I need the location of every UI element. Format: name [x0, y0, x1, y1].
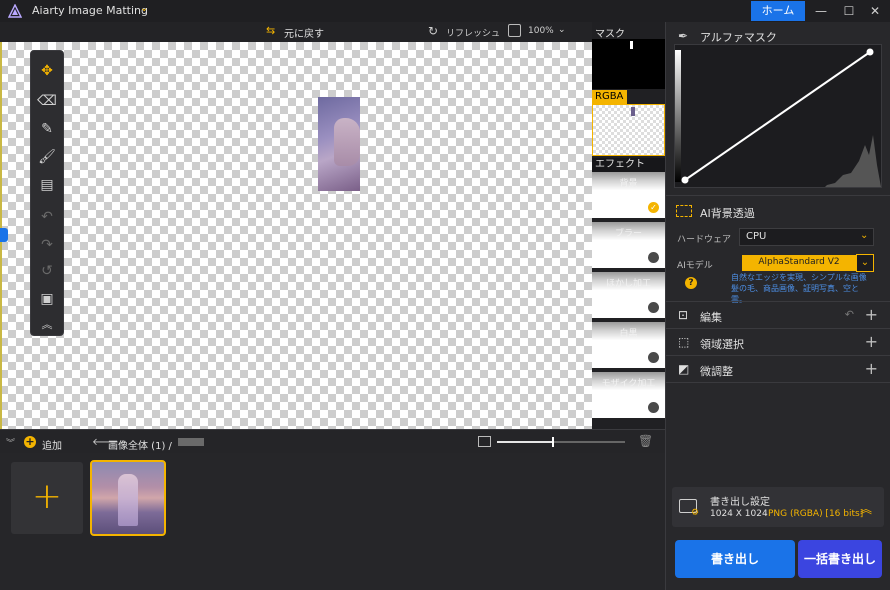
chevron-down-icon[interactable]: ⌄ [558, 25, 566, 35]
redo-icon[interactable]: ↷ [36, 235, 58, 255]
refresh-button[interactable]: リフレッシュ [446, 26, 500, 39]
chevron-down-icon[interactable]: ⌄ [856, 254, 874, 272]
section-label: 編集 [700, 311, 722, 324]
breadcrumb-filename [178, 438, 204, 446]
export-format: PNG (RGBA) [16 bits] [768, 509, 864, 519]
image-icon [478, 436, 491, 447]
hardware-label: ハードウェア [677, 235, 732, 245]
chevron-double-down-icon[interactable]: ︾ [6, 436, 15, 449]
rgba-label: RGBA [592, 90, 627, 104]
add-button[interactable]: 追加 [42, 437, 62, 452]
move-icon[interactable]: ✥ [36, 61, 58, 81]
section-label: 微調整 [700, 365, 733, 378]
help-icon[interactable]: ? [685, 277, 697, 289]
undo-button[interactable]: 元に戻す [284, 25, 324, 40]
export-settings-card[interactable] [672, 487, 884, 527]
maximize-button[interactable]: ☐ [840, 2, 858, 20]
chevron-double-up-icon[interactable]: ︽ [860, 500, 872, 517]
app-logo-icon [8, 4, 22, 18]
effect-item[interactable]: モザイク加工 [592, 372, 665, 420]
rgba-subject [631, 107, 635, 116]
effect-item[interactable]: 白黒 [592, 322, 665, 370]
thumbnail-figure [118, 474, 138, 526]
crop-icon: ⊡ [678, 308, 689, 322]
ai-background-icon [676, 205, 692, 217]
effect-label: エフェクト [592, 158, 665, 172]
effect-item[interactable]: ほかし加工 [592, 272, 665, 320]
section-region-select[interactable]: ⬚ 領域選択 + [666, 328, 890, 355]
curve-point-high[interactable] [866, 48, 874, 56]
selection-icon: ⬚ [678, 335, 690, 349]
canvas[interactable] [0, 42, 592, 429]
app-title: Aiarty Image Matting [32, 4, 148, 17]
mask-subject [630, 41, 633, 49]
alpha-curve[interactable] [675, 45, 881, 187]
eraser-icon[interactable]: ⌫ [36, 91, 58, 111]
radio-icon [648, 252, 659, 263]
chevron-down-icon[interactable]: ⌄ [860, 230, 868, 241]
zoom-value[interactable]: 100% [528, 26, 554, 36]
gear-icon: ⚙ [691, 508, 700, 518]
plus-icon[interactable]: + [865, 305, 878, 324]
expand-handle[interactable] [0, 228, 8, 242]
app-window: Aiarty Image Matting ⌄ ホーム — ☐ ✕ ⇆ 元に戻す … [0, 0, 890, 590]
effect-name: ブラー [614, 229, 642, 239]
radio-icon [648, 402, 659, 413]
trash-icon[interactable]: 🗑 [638, 434, 653, 448]
slider-fill [497, 441, 553, 443]
curve-point-low[interactable] [681, 176, 689, 184]
breadcrumb: 画像全体 (1) / [108, 441, 172, 452]
radio-icon [648, 352, 659, 363]
effect-name: 背景 [619, 179, 638, 189]
radio-icon [648, 302, 659, 313]
section-fine-tune[interactable]: ◩ 微調整 + [666, 355, 890, 382]
section-edit[interactable]: ⊡ 編集 ↶ + [666, 301, 890, 328]
dropper-icon: ✒ [678, 29, 689, 43]
plus-icon[interactable]: + [865, 332, 878, 351]
hardware-value: CPU [746, 231, 767, 242]
export-button[interactable]: 書き出し [675, 540, 795, 578]
collapse-up-icon[interactable]: ︽ [36, 315, 58, 335]
adjust-icon: ◩ [678, 362, 690, 376]
undo-icon[interactable]: ↶ [36, 207, 58, 227]
effect-name: 白黒 [619, 329, 638, 339]
close-button[interactable]: ✕ [866, 2, 884, 20]
effect-name: ほかし加工 [605, 279, 651, 289]
plus-icon[interactable]: + [865, 359, 878, 378]
rgba-thumbnail[interactable] [592, 104, 665, 156]
zoom-icon[interactable] [508, 24, 521, 37]
minimize-button[interactable]: — [812, 2, 830, 20]
section-label: 領域選択 [700, 338, 744, 351]
ai-section-title: AI背景透過 [700, 207, 755, 220]
tool-palette: ✥ ⌫ ✎ 🖌 ▤ ↶ ↷ ↺ ▣ ︽ [30, 50, 64, 336]
effect-name: モザイク加工 [601, 379, 656, 389]
divider [666, 382, 890, 383]
undo-icon[interactable]: ↶ [845, 308, 854, 321]
chevron-down-icon[interactable]: ⌄ [140, 3, 148, 14]
brush-icon[interactable]: 🖌 [36, 147, 58, 167]
export-settings-title: 書き出し設定 [710, 497, 770, 508]
effect-item[interactable]: 背景 ✓ [592, 172, 665, 220]
compare-icon[interactable]: ▣ [36, 289, 58, 309]
pen-icon[interactable]: ✎ [36, 119, 58, 139]
add-icon[interactable]: + [24, 436, 36, 448]
ai-model-label: AIモデル [677, 261, 713, 271]
export-size: 1024 X 1024 [710, 509, 768, 519]
home-button[interactable]: ホーム [751, 1, 805, 21]
mask-thumbnail[interactable] [592, 39, 665, 89]
subject-face [334, 118, 360, 166]
ai-model-value: AlphaStandard V2 [758, 257, 840, 267]
alpha-mask-title: アルファマスク [700, 31, 777, 44]
effect-item[interactable]: ブラー [592, 222, 665, 270]
mask-label: マスク [595, 29, 625, 40]
batch-export-button[interactable]: 一括書き出し [798, 540, 882, 578]
refresh-icon[interactable]: ↻ [428, 24, 438, 38]
slider-thumb[interactable] [552, 437, 554, 447]
check-icon: ✓ [648, 202, 659, 213]
undo-arrows-icon[interactable]: ⇆ [266, 24, 280, 38]
add-image-tile[interactable]: + [11, 462, 83, 534]
reset-icon[interactable]: ↺ [36, 261, 58, 281]
roller-icon[interactable]: ▤ [36, 175, 58, 195]
